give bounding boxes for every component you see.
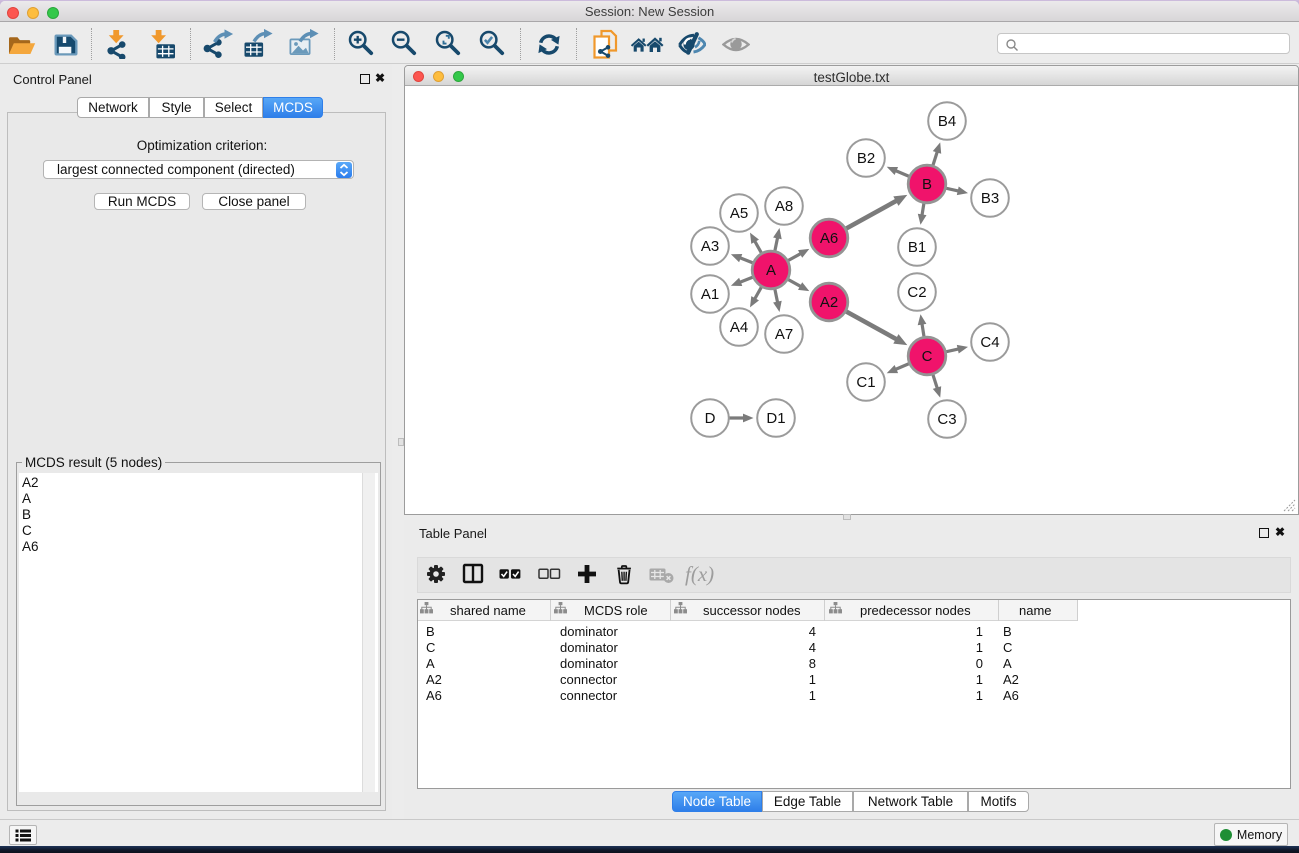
svg-text:B3: B3 (981, 190, 999, 207)
svg-text:A7: A7 (775, 326, 793, 343)
svg-text:A6: A6 (820, 230, 838, 247)
svg-text:B1: B1 (908, 239, 926, 256)
svg-text:B: B (922, 176, 932, 193)
svg-text:C: C (922, 348, 933, 365)
svg-text:A1: A1 (701, 286, 719, 303)
svg-text:A3: A3 (701, 238, 719, 255)
svg-text:A: A (766, 262, 776, 279)
svg-text:C2: C2 (907, 284, 926, 301)
svg-text:A4: A4 (730, 319, 748, 336)
svg-text:C3: C3 (937, 411, 956, 428)
svg-text:B4: B4 (938, 113, 956, 130)
svg-text:A2: A2 (820, 294, 838, 311)
svg-text:D1: D1 (766, 410, 785, 427)
svg-text:C1: C1 (856, 374, 875, 391)
svg-text:A5: A5 (730, 205, 748, 222)
svg-text:B2: B2 (857, 150, 875, 167)
svg-text:C4: C4 (980, 334, 999, 351)
svg-text:D: D (705, 410, 716, 427)
svg-text:A8: A8 (775, 198, 793, 215)
